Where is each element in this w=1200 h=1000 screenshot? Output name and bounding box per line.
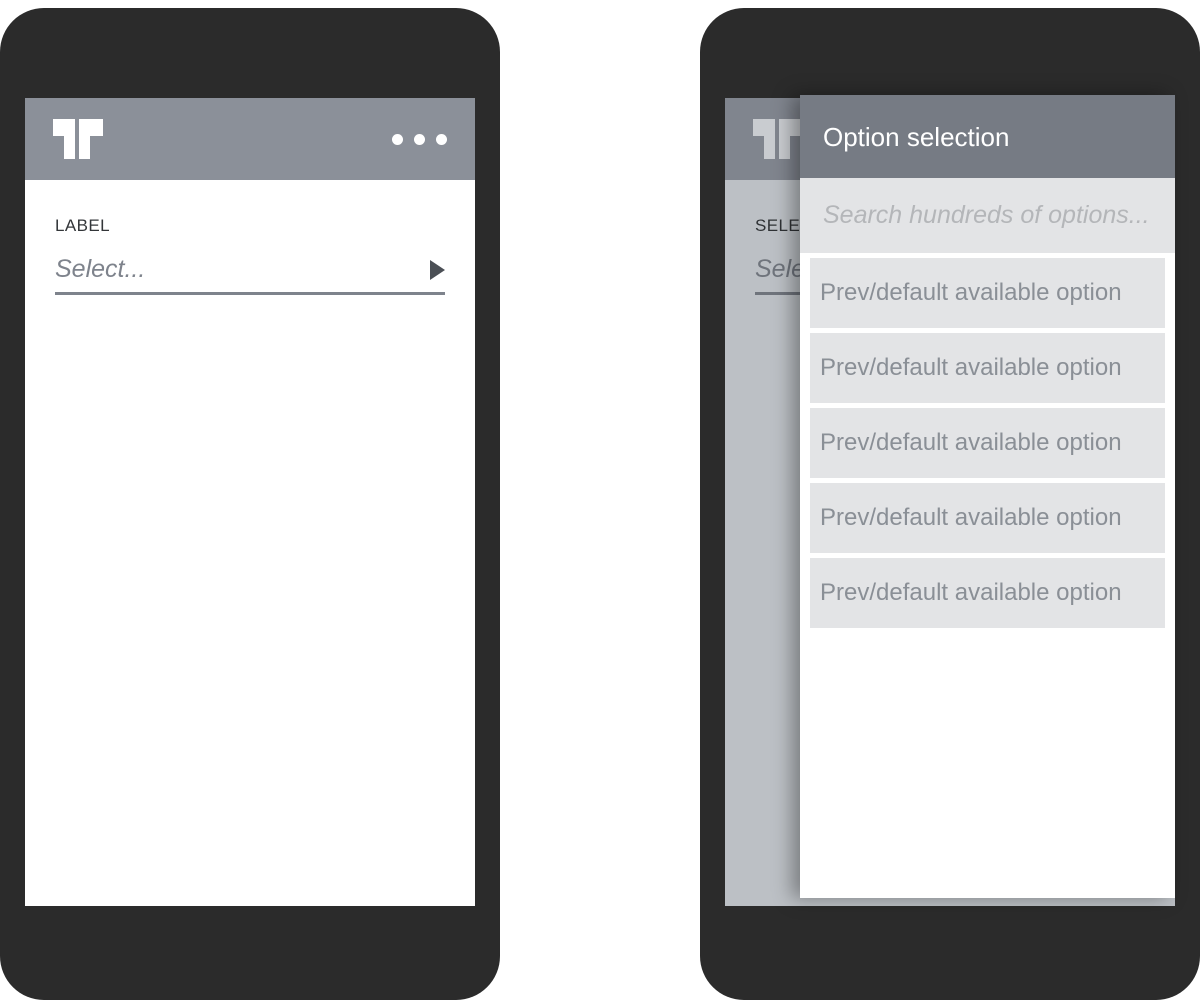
form-body-left: LABEL Select... <box>25 180 475 906</box>
option-list-item[interactable]: Prev/default available option <box>810 258 1165 328</box>
option-list: Prev/default available option Prev/defau… <box>800 253 1175 898</box>
dot-3 <box>436 133 447 145</box>
option-label: Prev/default available option <box>820 279 1122 306</box>
option-list-item[interactable]: Prev/default available option <box>810 483 1165 553</box>
dot-2 <box>414 133 425 145</box>
field-label: LABEL <box>55 216 110 235</box>
double-t-logo-icon <box>753 119 803 159</box>
modal-search-bar[interactable]: Search hundreds of options... <box>800 178 1175 253</box>
option-label: Prev/default available option <box>820 504 1122 531</box>
select-value-text: Select... <box>55 255 146 283</box>
app-bar-left <box>25 98 475 180</box>
option-selection-modal: Option selection Search hundreds of opti… <box>800 95 1175 898</box>
three-dots-icon[interactable] <box>392 133 447 145</box>
option-list-item[interactable]: Prev/default available option <box>810 558 1165 628</box>
option-label: Prev/default available option <box>820 354 1122 381</box>
phone-screen-left: LABEL Select... <box>25 98 475 906</box>
modal-header: Option selection <box>800 95 1175 178</box>
option-label: Prev/default available option <box>820 429 1122 456</box>
screenshot-canvas: LABEL Select... SELECT Select... <box>0 0 1200 1000</box>
select-field[interactable]: Select... <box>55 255 445 295</box>
caret-right-icon[interactable] <box>430 259 445 280</box>
phone-device-left: LABEL Select... <box>0 8 500 1000</box>
option-list-item[interactable]: Prev/default available option <box>810 333 1165 403</box>
modal-title: Option selection <box>823 121 1010 152</box>
option-label: Prev/default available option <box>820 579 1122 606</box>
double-t-logo-icon <box>53 119 103 159</box>
dot-1 <box>392 133 403 145</box>
option-list-item[interactable]: Prev/default available option <box>810 408 1165 478</box>
search-input[interactable]: Search hundreds of options... <box>823 203 1150 228</box>
